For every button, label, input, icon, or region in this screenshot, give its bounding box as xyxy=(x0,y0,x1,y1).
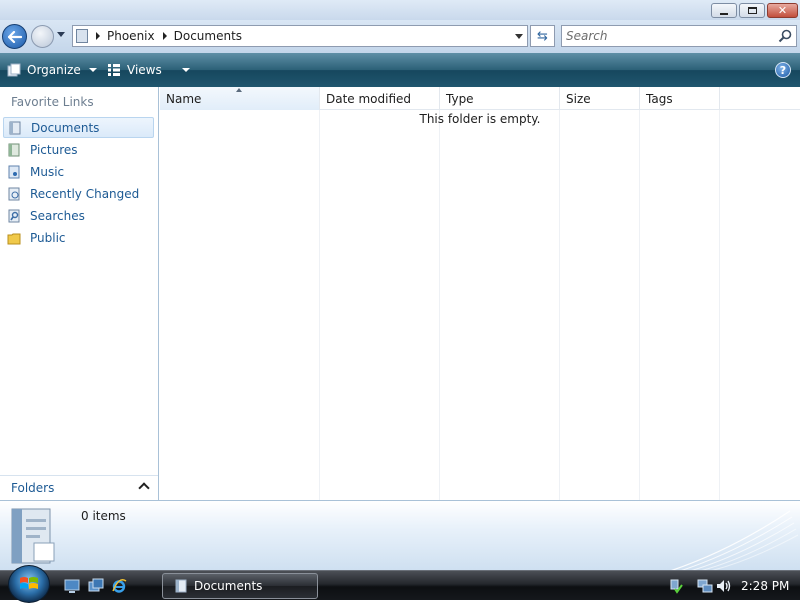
decorative-swoosh xyxy=(671,510,799,570)
column-header-date-modified[interactable]: Date modified xyxy=(320,87,440,110)
address-row: Phoenix Documents ⇆ xyxy=(0,20,800,53)
nav-item-documents[interactable]: Documents xyxy=(3,117,154,138)
organize-icon xyxy=(7,63,21,77)
favorite-links-heading: Favorite Links xyxy=(11,95,94,109)
organize-label: Organize xyxy=(27,63,81,77)
nav-item-searches[interactable]: Searches xyxy=(3,205,154,226)
help-button[interactable]: ? xyxy=(775,62,791,78)
folders-toggle-bar[interactable]: Folders xyxy=(0,475,158,500)
close-button[interactable]: ✕ xyxy=(767,3,798,18)
address-bar[interactable]: Phoenix Documents xyxy=(72,25,528,47)
close-icon: ✕ xyxy=(777,4,788,17)
column-divider xyxy=(559,110,560,500)
column-header-type[interactable]: Type xyxy=(440,87,560,110)
nav-item-label: Public xyxy=(30,230,66,245)
search-input[interactable] xyxy=(566,28,766,44)
minimize-icon xyxy=(720,12,728,15)
breadcrumb-separator-icon[interactable] xyxy=(96,32,100,40)
column-header-name[interactable]: Name xyxy=(160,87,320,110)
nav-item-public[interactable]: Public xyxy=(3,227,154,248)
help-icon: ? xyxy=(779,63,787,77)
search-box[interactable] xyxy=(561,25,797,47)
navigation-pane: Favorite Links Documents Pictures Music … xyxy=(0,87,159,500)
search-icon[interactable] xyxy=(778,29,792,43)
chevron-down-icon xyxy=(181,68,190,72)
refresh-icon: ⇆ xyxy=(537,28,548,44)
nav-item-label: Documents xyxy=(31,120,100,135)
nav-item-music[interactable]: Music xyxy=(3,161,154,182)
public-folder-icon xyxy=(7,233,21,244)
refresh-button[interactable]: ⇆ xyxy=(530,25,555,47)
column-header-label: Name xyxy=(166,91,202,106)
documents-icon xyxy=(9,121,21,134)
breadcrumb-item[interactable]: Phoenix xyxy=(107,29,155,43)
nav-item-label: Recently Changed xyxy=(30,186,140,201)
column-divider xyxy=(719,110,720,500)
taskbar-button-label: Documents xyxy=(194,579,263,593)
organize-button[interactable]: Organize xyxy=(7,61,97,79)
recent-pages-dropdown[interactable] xyxy=(57,32,65,37)
pictures-icon xyxy=(8,143,20,156)
volume-icon[interactable] xyxy=(715,578,731,594)
nav-item-recently-changed[interactable]: Recently Changed xyxy=(3,183,154,204)
documents-icon xyxy=(175,579,187,593)
taskbar: Documents 2:28 PM xyxy=(0,565,800,603)
chevron-up-icon[interactable] xyxy=(138,482,150,494)
nav-item-label: Searches xyxy=(30,208,85,223)
views-button[interactable]: Views xyxy=(107,61,190,79)
address-dropdown-icon[interactable] xyxy=(515,34,523,39)
views-label: Views xyxy=(127,63,162,77)
windows-logo-icon xyxy=(20,577,38,589)
minimize-button[interactable] xyxy=(711,3,737,18)
folder-icon xyxy=(76,29,88,43)
back-button[interactable] xyxy=(2,24,27,49)
column-header-label: Tags xyxy=(646,91,673,106)
start-button[interactable] xyxy=(8,565,50,603)
switch-windows-icon[interactable] xyxy=(88,578,104,594)
details-pane: 0 items xyxy=(0,500,800,570)
command-bar: Organize Views ? xyxy=(0,53,800,87)
searches-icon xyxy=(8,209,20,222)
network-icon[interactable] xyxy=(697,578,713,594)
item-count: 0 items xyxy=(81,509,126,523)
clock[interactable]: 2:28 PM xyxy=(741,579,789,593)
breadcrumb-item[interactable]: Documents xyxy=(174,29,242,43)
title-bar: ✕ xyxy=(0,0,800,20)
show-desktop-icon[interactable] xyxy=(64,578,80,594)
column-header-label: Date modified xyxy=(326,91,412,106)
nav-item-pictures[interactable]: Pictures xyxy=(3,139,154,160)
column-header-tags[interactable]: Tags xyxy=(640,87,720,110)
maximize-icon xyxy=(747,7,757,14)
back-arrow-icon xyxy=(7,30,22,43)
column-divider xyxy=(639,110,640,500)
column-divider xyxy=(439,110,440,500)
internet-explorer-icon[interactable] xyxy=(111,578,127,594)
column-header-label: Size xyxy=(566,91,591,106)
taskbar-button-documents[interactable]: Documents xyxy=(162,573,318,599)
nav-item-label: Music xyxy=(30,164,65,179)
breadcrumb-separator-icon[interactable] xyxy=(162,32,167,40)
recently-changed-icon xyxy=(8,187,20,200)
sort-ascending-icon xyxy=(236,88,242,92)
chevron-down-icon xyxy=(88,68,97,72)
nav-item-label: Pictures xyxy=(30,142,78,157)
folders-label: Folders xyxy=(11,481,55,495)
file-list: Name Date modified Type Size Tags This f… xyxy=(160,87,800,500)
documents-folder-icon xyxy=(11,508,55,564)
views-icon xyxy=(108,64,120,76)
music-icon xyxy=(8,165,20,178)
maximize-button[interactable] xyxy=(739,3,765,18)
network-status-icon[interactable] xyxy=(668,578,684,594)
column-header-label: Type xyxy=(446,91,474,106)
column-header-row: Name Date modified Type Size Tags xyxy=(160,87,800,110)
empty-folder-message: This folder is empty. xyxy=(419,112,541,126)
column-header-size[interactable]: Size xyxy=(560,87,640,110)
column-divider xyxy=(319,110,320,500)
forward-button[interactable] xyxy=(31,25,54,48)
